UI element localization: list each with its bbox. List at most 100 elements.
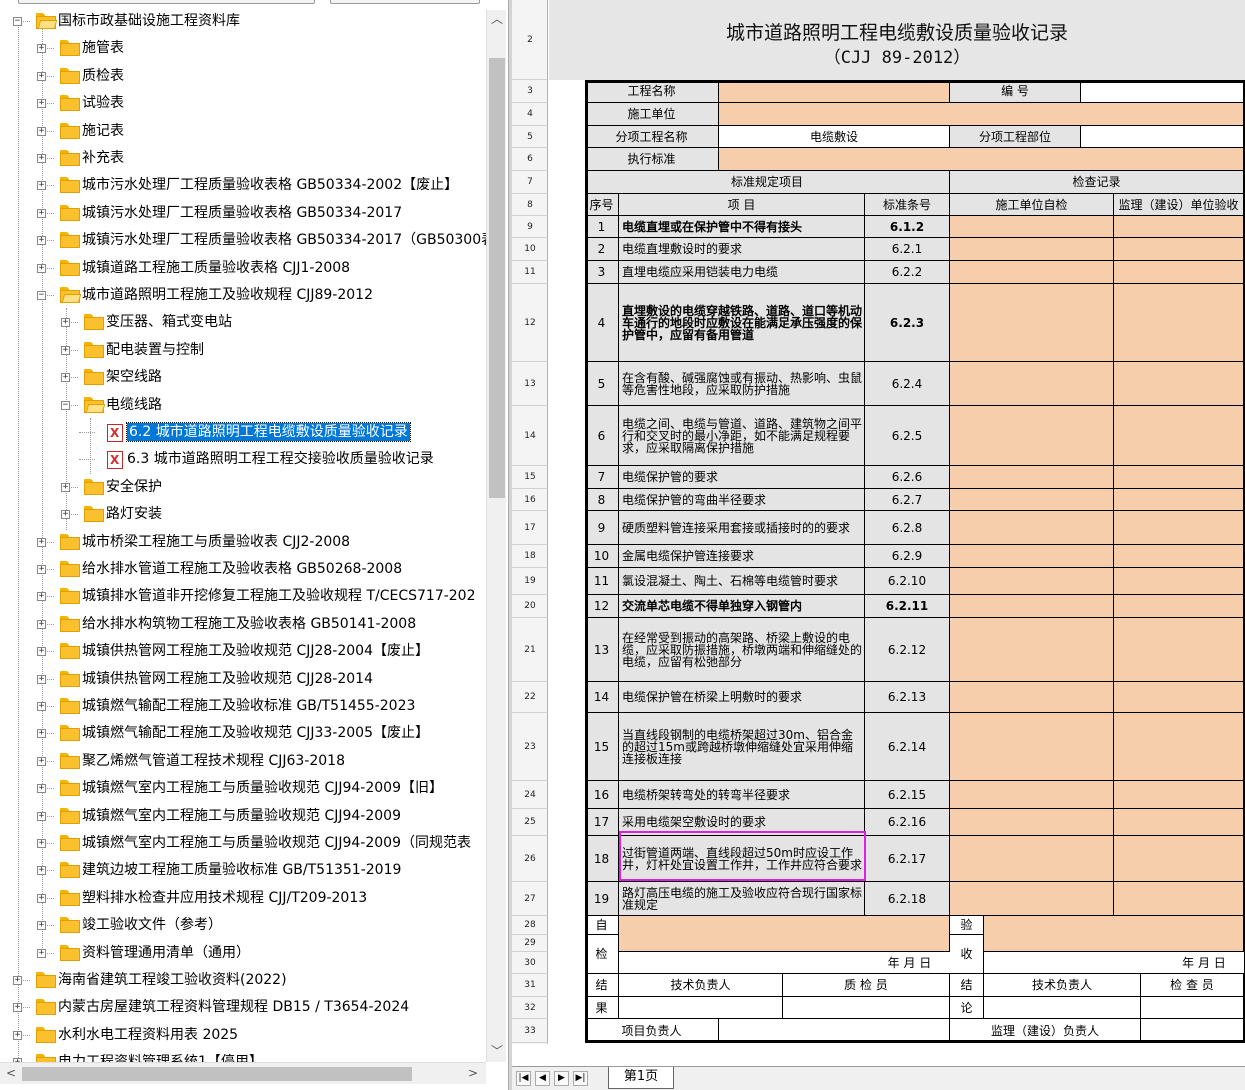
- filter-box[interactable]: [330, 0, 480, 4]
- scroll-down-icon[interactable]: ﹀: [490, 1044, 504, 1058]
- tree-folder-item[interactable]: + 城镇污水处理厂工程质量验收表格 GB50334-2017: [0, 200, 486, 227]
- tree-folder-item[interactable]: + 城镇供热管网工程施工及验收规范 CJJ28-2004【废止】: [0, 638, 486, 665]
- next-sheet-icon[interactable]: ▶: [554, 1071, 569, 1086]
- tree-view[interactable]: − 国标市政基础设施工程资料库 + 施管表 + 质检表 + 试验表 + 施记表 + 补充表 + 城市污水处…: [0, 8, 486, 1062]
- row-header[interactable]: 6: [512, 148, 548, 171]
- tree-folder-item[interactable]: + 城镇燃气室内工程施工与质量验收规范 CJJ94-2009【旧】: [0, 775, 486, 802]
- row-header[interactable]: 17: [512, 511, 548, 545]
- supervisor-check-cell[interactable]: [1114, 261, 1244, 284]
- expand-icon[interactable]: +: [37, 729, 46, 739]
- expand-icon[interactable]: +: [37, 565, 46, 574]
- self-check-cell[interactable]: [950, 713, 1114, 781]
- expand-icon[interactable]: +: [13, 1030, 22, 1040]
- tree-folder-item[interactable]: + 架空线路: [0, 364, 486, 391]
- expand-icon[interactable]: +: [37, 647, 46, 657]
- row-header[interactable]: 21: [512, 618, 548, 682]
- self-check-cell[interactable]: [950, 511, 1114, 545]
- expand-icon[interactable]: +: [61, 373, 70, 383]
- supervisor-check-cell[interactable]: [1114, 809, 1244, 836]
- project-lead-sign[interactable]: [719, 1019, 950, 1043]
- tree-folder-item[interactable]: + 水利水电工程资料用表 2025: [0, 1022, 486, 1049]
- supervisor-check-cell[interactable]: [1114, 511, 1244, 545]
- collapse-icon[interactable]: −: [37, 291, 46, 300]
- expand-icon[interactable]: +: [37, 619, 46, 629]
- row-header[interactable]: 9: [512, 216, 548, 238]
- collapse-icon[interactable]: −: [13, 17, 22, 26]
- quality-inspector-sign[interactable]: [783, 997, 950, 1019]
- scroll-right-icon[interactable]: >: [466, 1066, 480, 1080]
- row-header[interactable]: 3: [512, 80, 548, 103]
- row-header[interactable]: 31: [512, 974, 548, 997]
- tree-folder-item[interactable]: − 城市道路照明工程施工及验收规程 CJJ89-2012: [0, 282, 486, 309]
- self-check-conclusion-field[interactable]: [619, 916, 950, 952]
- supervisor-check-cell[interactable]: [1114, 362, 1244, 406]
- tree-folder-item[interactable]: + 施管表: [0, 35, 486, 62]
- expand-icon[interactable]: +: [37, 811, 46, 821]
- row-header[interactable]: 18: [512, 545, 548, 568]
- expand-icon[interactable]: +: [37, 537, 46, 547]
- expand-icon[interactable]: +: [37, 784, 46, 794]
- supervisor-check-cell[interactable]: [1114, 238, 1244, 261]
- first-sheet-icon[interactable]: |◀: [516, 1071, 531, 1086]
- self-check-cell[interactable]: [950, 261, 1114, 284]
- supervisor-check-cell[interactable]: [1114, 406, 1244, 466]
- tree-scroll-thumb[interactable]: [489, 58, 505, 498]
- supervisor-check-cell[interactable]: [1114, 568, 1244, 595]
- expand-icon[interactable]: +: [13, 976, 22, 985]
- tree-folder-item[interactable]: + 城市桥梁工程施工与质量验收表 CJJ2-2008: [0, 529, 486, 556]
- sub-project-part-field[interactable]: [1081, 126, 1244, 148]
- expand-icon[interactable]: +: [61, 345, 70, 355]
- tree-folder-item[interactable]: + 资料管理通用清单（通用）: [0, 940, 486, 967]
- tree-folder-item[interactable]: + 变压器、箱式变电站: [0, 309, 486, 336]
- self-check-cell[interactable]: [950, 781, 1114, 809]
- supervisor-check-cell[interactable]: [1114, 713, 1244, 781]
- expand-icon[interactable]: +: [37, 71, 46, 81]
- expand-icon[interactable]: +: [37, 592, 46, 602]
- tree-folder-item[interactable]: + 质检表: [0, 63, 486, 90]
- self-check-cell[interactable]: [950, 489, 1114, 511]
- expand-icon[interactable]: +: [37, 154, 46, 163]
- self-check-cell[interactable]: [950, 809, 1114, 836]
- row-header[interactable]: 15: [512, 466, 548, 489]
- tree-folder-item[interactable]: + 城镇道路工程施工质量验收表格 CJJ1-2008: [0, 255, 486, 282]
- tree-folder-item[interactable]: + 城镇燃气室内工程施工与质量验收规范 CJJ94-2009（同规范表: [0, 830, 486, 857]
- supervisor-check-cell[interactable]: [1114, 682, 1244, 713]
- supervisor-check-cell[interactable]: [1114, 595, 1244, 618]
- self-check-cell[interactable]: [950, 568, 1114, 595]
- row-header[interactable]: 22: [512, 682, 548, 713]
- search-box[interactable]: [18, 0, 315, 4]
- self-check-cell[interactable]: [950, 595, 1114, 618]
- sheet-tab-page1[interactable]: 第1页: [608, 1067, 674, 1089]
- row-header[interactable]: 13: [512, 362, 548, 406]
- self-check-cell[interactable]: [950, 362, 1114, 406]
- expand-icon[interactable]: +: [37, 263, 46, 273]
- tree-folder-item[interactable]: + 路灯安装: [0, 501, 486, 528]
- supervisor-check-cell[interactable]: [1114, 618, 1244, 682]
- tree-folder-item[interactable]: + 施记表: [0, 118, 486, 145]
- expand-icon[interactable]: +: [37, 208, 46, 218]
- tree-folder-item[interactable]: +电力工程资料管理系统1【停用】: [0, 1049, 486, 1062]
- tree-hscroll-thumb[interactable]: [22, 1067, 412, 1081]
- expand-icon[interactable]: +: [37, 99, 46, 109]
- prev-sheet-icon[interactable]: ◀: [535, 1071, 550, 1086]
- tree-folder-item[interactable]: + 安全保护: [0, 474, 486, 501]
- tree-folder-item[interactable]: + 补充表: [0, 145, 486, 172]
- tree-folder-item[interactable]: + 内蒙古房屋建筑工程资料管理规程 DB15 / T3654-2024: [0, 994, 486, 1021]
- expand-icon[interactable]: +: [13, 1003, 22, 1013]
- supervisor-check-cell[interactable]: [1114, 284, 1244, 362]
- row-header[interactable]: 25: [512, 809, 548, 836]
- self-check-cell[interactable]: [950, 216, 1114, 238]
- scroll-up-icon[interactable]: ︿: [490, 12, 504, 26]
- tree-folder-item[interactable]: + 城镇供热管网工程施工及验收规范 CJJ28-2014: [0, 666, 486, 693]
- inspector-sign[interactable]: [1141, 997, 1244, 1019]
- row-header[interactable]: 29: [512, 935, 548, 952]
- expand-icon[interactable]: +: [61, 318, 70, 328]
- supervisor-check-cell[interactable]: [1114, 836, 1244, 882]
- supervisor-check-cell[interactable]: [1114, 781, 1244, 809]
- row-header[interactable]: 16: [512, 489, 548, 511]
- row-header[interactable]: 10: [512, 238, 548, 261]
- tree-folder-item[interactable]: + 海南省建筑工程竣工验收资料(2022): [0, 967, 486, 994]
- expand-icon[interactable]: +: [37, 702, 46, 711]
- expand-icon[interactable]: +: [37, 866, 46, 876]
- tree-file-item[interactable]: X 6.2 城市道路照明工程电缆敷设质量验收记录: [0, 419, 486, 446]
